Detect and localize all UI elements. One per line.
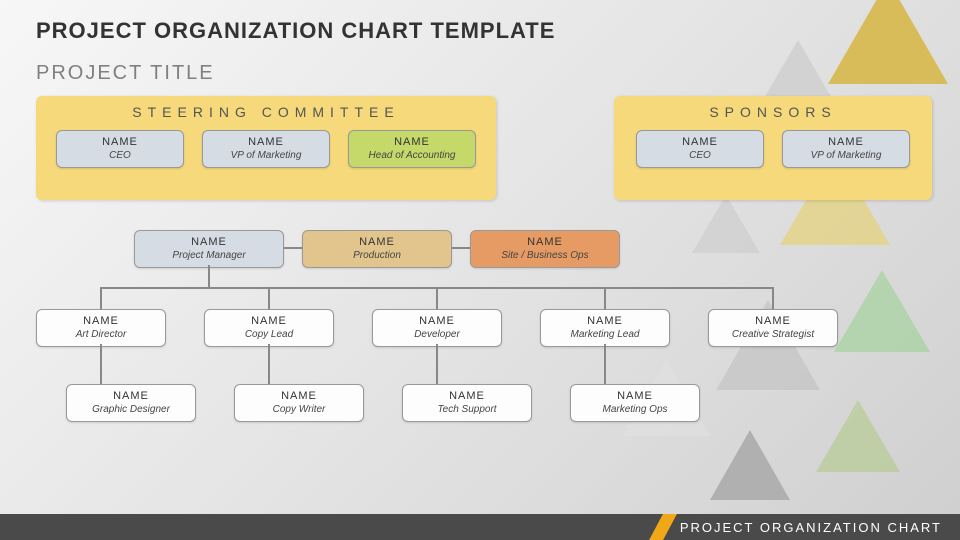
org-node-tier3: NAME Graphic Designer [66,384,196,422]
node-name: NAME [471,236,619,248]
org-node-tier2: NAME Copy Lead [204,309,334,347]
node-role: Production [303,250,451,261]
node-role: Graphic Designer [67,404,195,415]
org-node-project-manager: NAME Project Manager [134,230,284,268]
org-node-tier3: NAME Copy Writer [234,384,364,422]
node-name: NAME [571,390,699,402]
node-name: NAME [235,390,363,402]
node-name: NAME [135,236,283,248]
connector [268,287,270,309]
connector [268,344,270,384]
connector [284,247,302,249]
org-node-tier3: NAME Tech Support [402,384,532,422]
node-role: Project Manager [135,250,283,261]
member-name: NAME [203,136,329,148]
steering-committee-panel: STEERING COMMITTEE NAME CEO NAME VP of M… [36,96,496,200]
connector [604,287,606,309]
connector [436,287,438,309]
node-role: Site / Business Ops [471,250,619,261]
member-role: VP of Marketing [203,150,329,161]
page-title: PROJECT ORGANIZATION CHART TEMPLATE [36,18,555,44]
steering-committee-label: STEERING COMMITTEE [36,104,496,120]
node-role: Copy Writer [235,404,363,415]
org-node-tier3: NAME Marketing Ops [570,384,700,422]
steering-member-card: NAME Head of Accounting [348,130,476,168]
sponsor-card: NAME VP of Marketing [782,130,910,168]
steering-member-card: NAME CEO [56,130,184,168]
member-role: VP of Marketing [783,150,909,161]
node-name: NAME [541,315,669,327]
node-name: NAME [37,315,165,327]
connector [100,287,102,309]
org-node-tier2: NAME Marketing Lead [540,309,670,347]
org-node-biz-ops: NAME Site / Business Ops [470,230,620,268]
org-node-tier2: NAME Art Director [36,309,166,347]
node-name: NAME [709,315,837,327]
project-title: PROJECT TITLE [36,62,215,85]
org-node-tier2: NAME Developer [372,309,502,347]
sponsors-panel: SPONSORS NAME CEO NAME VP of Marketing [614,96,932,200]
node-name: NAME [205,315,333,327]
member-role: CEO [57,150,183,161]
node-name: NAME [373,315,501,327]
org-node-production: NAME Production [302,230,452,268]
member-name: NAME [783,136,909,148]
footer-bar: PROJECT ORGANIZATION CHART [0,514,960,540]
org-node-tier2: NAME Creative Strategist [708,309,838,347]
member-role: CEO [637,150,763,161]
sponsor-card: NAME CEO [636,130,764,168]
footer-label: PROJECT ORGANIZATION CHART [680,520,942,535]
node-name: NAME [403,390,531,402]
node-role: Creative Strategist [709,329,837,340]
member-name: NAME [637,136,763,148]
member-name: NAME [57,136,183,148]
member-role: Head of Accounting [349,150,475,161]
node-role: Art Director [37,329,165,340]
connector [452,247,470,249]
connector [604,344,606,384]
node-role: Marketing Ops [571,404,699,415]
org-chart: NAME Project Manager NAME Production NAM… [36,230,926,490]
node-name: NAME [67,390,195,402]
connector [208,265,210,287]
steering-member-card: NAME VP of Marketing [202,130,330,168]
connector [100,344,102,384]
node-role: Developer [373,329,501,340]
node-name: NAME [303,236,451,248]
footer-accent [649,514,677,540]
node-role: Tech Support [403,404,531,415]
member-name: NAME [349,136,475,148]
sponsors-label: SPONSORS [614,104,932,120]
connector [436,344,438,384]
connector [772,287,774,309]
node-role: Copy Lead [205,329,333,340]
node-role: Marketing Lead [541,329,669,340]
